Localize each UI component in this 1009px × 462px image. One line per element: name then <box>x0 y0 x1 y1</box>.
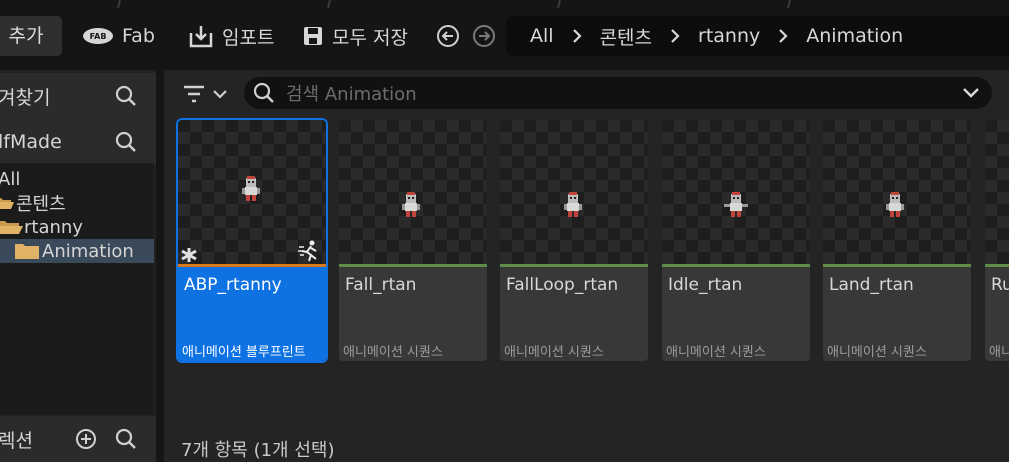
collections-title: 렉션 <box>0 429 33 452</box>
tree-item-rtanny[interactable]: rtanny <box>0 215 154 239</box>
breadcrumb-item-animation[interactable]: Animation <box>806 25 903 47</box>
running-man-icon <box>298 239 322 263</box>
save-all-button[interactable]: 모두 저장 <box>302 20 408 52</box>
tree-item-label: All <box>0 168 21 190</box>
chevron-right-icon <box>670 29 680 43</box>
asset-type-bar <box>662 264 810 267</box>
asset-type-bar <box>985 264 1009 267</box>
character-sprite-icon <box>563 192 583 218</box>
tree-item-all[interactable]: All <box>0 167 154 191</box>
asset-type: 애니 <box>989 345 1009 360</box>
asset-type: 애니메이션 블루프린트 <box>182 345 306 360</box>
project-title: lfMade <box>0 131 62 153</box>
asset-name: Idle_rtan <box>668 275 743 295</box>
folder-icon <box>14 242 40 260</box>
save-all-label: 모두 저장 <box>332 26 408 49</box>
add-circle-icon[interactable] <box>74 427 98 451</box>
favorites-title: 겨찾기 <box>0 86 51 109</box>
import-icon <box>188 23 214 49</box>
asset-tile[interactable]: FallLoop_rtan 애니메이션 시퀀스 <box>500 120 648 361</box>
asset-type-bar <box>178 264 326 267</box>
character-sprite-icon <box>401 192 421 218</box>
folder-open-icon <box>0 195 14 211</box>
character-sprite-icon <box>724 192 748 218</box>
character-sprite-icon <box>241 176 261 202</box>
favorites-header[interactable]: 겨찾기 <box>0 73 156 119</box>
breadcrumb: All 콘텐츠 rtanny Animation <box>506 16 1009 56</box>
asset-name: Land_rtan <box>829 275 914 295</box>
collections-header[interactable]: 렉션 <box>0 416 156 462</box>
add-button[interactable]: 추가 <box>0 16 62 56</box>
tree-item-label: Animation <box>42 240 134 262</box>
asset-tile[interactable]: Ru 애니 <box>985 120 1009 361</box>
asset-type: 애니메이션 시퀀스 <box>343 345 443 360</box>
asset-tile[interactable]: ABP_rtanny 애니메이션 블루프린트 <box>176 118 328 363</box>
project-header[interactable]: lfMade <box>0 119 156 165</box>
breadcrumb-item-all[interactable]: All <box>530 25 554 47</box>
search-bar[interactable]: 검색 Animation <box>244 77 992 109</box>
asset-type: 애니메이션 시퀀스 <box>504 345 604 360</box>
item-count-status: 7개 항목 (1개 선택) <box>181 440 335 461</box>
breadcrumb-item-content[interactable]: 콘텐츠 <box>600 23 652 50</box>
tree-item-content[interactable]: 콘텐츠 <box>0 191 154 215</box>
fab-label: Fab <box>122 25 155 47</box>
back-arrow-icon[interactable] <box>436 24 460 48</box>
svg-text:FAB: FAB <box>90 32 107 41</box>
asset-tile[interactable]: Fall_rtan 애니메이션 시퀀스 <box>339 120 487 361</box>
asterisk-icon <box>180 247 198 263</box>
import-label: 임포트 <box>222 26 275 49</box>
asset-name: ABP_rtanny <box>184 275 282 295</box>
save-icon <box>302 25 324 47</box>
search-icon[interactable] <box>114 130 138 154</box>
asset-name: Ru <box>991 275 1009 295</box>
search-icon[interactable] <box>114 427 138 451</box>
tree-item-label: rtanny <box>24 216 83 238</box>
filter-icon[interactable] <box>182 83 230 105</box>
import-button[interactable]: 임포트 <box>188 20 274 52</box>
character-sprite-icon <box>885 192 905 218</box>
search-input[interactable]: 검색 Animation <box>286 80 417 106</box>
fab-icon: FAB <box>82 26 114 46</box>
search-icon[interactable] <box>114 84 138 108</box>
asset-name: Fall_rtan <box>345 275 417 295</box>
asset-thumbnail <box>985 120 1009 264</box>
search-icon <box>252 81 276 105</box>
asset-tile[interactable]: Idle_rtan 애니메이션 시퀀스 <box>662 120 810 361</box>
breadcrumb-item-rtanny[interactable]: rtanny <box>698 25 760 47</box>
asset-type: 애니메이션 시퀀스 <box>827 345 927 360</box>
tree-item-label: 콘텐츠 <box>16 194 66 215</box>
asset-type-bar <box>823 264 971 267</box>
asset-tile[interactable]: Land_rtan 애니메이션 시퀀스 <box>823 120 971 361</box>
top-edge-decoration <box>0 0 1009 8</box>
folder-tree: All 콘텐츠 rtanny Animation <box>0 163 154 415</box>
chevron-right-icon <box>572 29 582 43</box>
asset-type-bar <box>500 264 648 267</box>
asset-type-bar <box>339 264 487 267</box>
asset-type: 애니메이션 시퀀스 <box>666 345 766 360</box>
tree-item-animation[interactable]: Animation <box>0 239 154 263</box>
fab-button[interactable]: FAB Fab <box>82 20 155 52</box>
forward-arrow-icon[interactable] <box>472 24 496 48</box>
folder-open-icon <box>0 218 24 236</box>
asset-name: FallLoop_rtan <box>506 275 619 295</box>
chevron-right-icon <box>778 29 788 43</box>
chevron-down-icon[interactable] <box>962 86 980 100</box>
